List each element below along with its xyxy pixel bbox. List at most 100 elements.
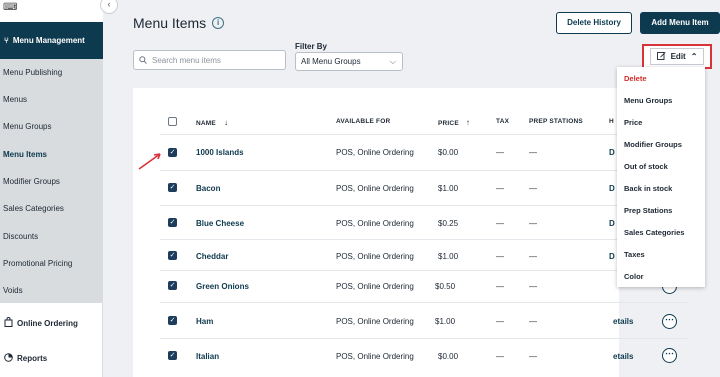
tax-cell: — bbox=[496, 282, 504, 291]
annotation-arrow-icon bbox=[138, 153, 161, 170]
column-header-price[interactable]: PRICE ↑ bbox=[438, 118, 470, 127]
menu-option-sales-categories[interactable]: Sales Categories bbox=[624, 228, 684, 237]
item-name-link[interactable]: Ham bbox=[196, 317, 213, 326]
pencil-icon bbox=[656, 51, 666, 62]
collapse-sidebar-button[interactable]: ‹ bbox=[100, 0, 118, 14]
menu-option-out-of-stock[interactable]: Out of stock bbox=[624, 162, 668, 171]
available-for-cell: POS, Online Ordering bbox=[336, 184, 414, 193]
price-cell: $0.00 bbox=[438, 148, 459, 157]
menu-option-taxes[interactable]: Taxes bbox=[624, 250, 645, 259]
item-name-link[interactable]: Italian bbox=[196, 352, 219, 361]
sidebar-item-online-ordering[interactable]: Online Ordering bbox=[0, 317, 78, 329]
chevron-up-icon: ⌃ bbox=[690, 52, 698, 61]
details-link[interactable]: D bbox=[609, 219, 615, 228]
menu-option-modifier-groups[interactable]: Modifier Groups bbox=[624, 140, 682, 149]
sidebar-item-discounts[interactable]: Discounts bbox=[3, 232, 38, 241]
prep-cell: — bbox=[529, 148, 537, 157]
details-link[interactable]: D bbox=[609, 252, 615, 261]
item-name-link[interactable]: Green Onions bbox=[196, 282, 249, 291]
row-more-actions-button[interactable]: ⋯ bbox=[662, 314, 677, 329]
menu-group-filter-select[interactable]: All Menu Groups ⌵ bbox=[295, 52, 403, 71]
menu-management-submenu: Menu Publishing Menus Menu Groups Menu I… bbox=[0, 59, 103, 303]
menu-option-menu-groups[interactable]: Menu Groups bbox=[624, 96, 672, 105]
sidebar-item-promotional-pricing[interactable]: Promotional Pricing bbox=[3, 259, 72, 268]
row-divider bbox=[160, 338, 688, 339]
details-link[interactable]: D bbox=[609, 148, 615, 157]
tax-cell: — bbox=[496, 252, 504, 261]
edit-button[interactable]: Edit ⌃ bbox=[649, 48, 705, 65]
column-header-available-for[interactable]: AVAILABLE FOR bbox=[336, 118, 390, 125]
item-name-link[interactable]: 1000 Islands bbox=[196, 148, 244, 157]
available-for-cell: POS, Online Ordering bbox=[336, 219, 414, 228]
item-name-link[interactable]: Cheddar bbox=[196, 252, 228, 261]
sidebar-item-menu-items[interactable]: Menu Items bbox=[3, 150, 47, 159]
price-cell: $0.50 bbox=[435, 282, 456, 291]
search-icon bbox=[139, 51, 147, 69]
menu-option-price[interactable]: Price bbox=[624, 118, 642, 127]
price-cell: $1.00 bbox=[438, 184, 459, 193]
online-ordering-label: Online Ordering bbox=[17, 318, 78, 328]
row-more-actions-button[interactable]: ⋯ bbox=[662, 348, 677, 363]
menu-option-color[interactable]: Color bbox=[624, 272, 644, 281]
row-checkbox[interactable]: ✓ bbox=[168, 251, 177, 260]
details-link[interactable]: D bbox=[609, 184, 615, 193]
column-price-label: PRICE bbox=[438, 120, 459, 127]
edit-dropdown-menu: Delete Menu Groups Price Modifier Groups… bbox=[617, 67, 705, 287]
search-input[interactable] bbox=[152, 55, 272, 65]
sidebar-item-voids[interactable]: Voids bbox=[3, 286, 23, 295]
sidebar-item-modifier-groups[interactable]: Modifier Groups bbox=[3, 177, 60, 186]
row-checkbox[interactable]: ✓ bbox=[168, 183, 177, 192]
details-link[interactable]: etails bbox=[613, 352, 633, 361]
reports-label: Reports bbox=[17, 354, 48, 363]
item-name-link[interactable]: Blue Cheese bbox=[196, 219, 244, 228]
edit-button-highlight: Edit ⌃ bbox=[642, 44, 712, 69]
sidebar-item-sales-categories[interactable]: Sales Categories bbox=[3, 204, 64, 213]
sidebar-item-menu-publishing[interactable]: Menu Publishing bbox=[3, 68, 62, 77]
row-divider bbox=[160, 205, 688, 206]
item-name-link[interactable]: Bacon bbox=[196, 184, 220, 193]
select-all-checkbox[interactable] bbox=[168, 117, 177, 126]
menu-management-header[interactable]: ⑂ Menu Management bbox=[0, 22, 103, 59]
row-checkbox[interactable]: ✓ bbox=[168, 148, 177, 157]
menu-option-prep-stations[interactable]: Prep Stations bbox=[624, 206, 672, 215]
tax-cell: — bbox=[496, 352, 504, 361]
available-for-cell: POS, Online Ordering bbox=[336, 148, 414, 157]
sort-down-arrow-icon: ↓ bbox=[223, 118, 229, 127]
row-divider bbox=[160, 134, 688, 135]
filter-select-value: All Menu Groups bbox=[301, 57, 361, 66]
filter-by-label: Filter By bbox=[295, 42, 328, 51]
page-title-text: Menu Items bbox=[133, 15, 207, 31]
prep-cell: — bbox=[529, 184, 537, 193]
menu-management-label: Menu Management bbox=[12, 36, 85, 45]
info-icon[interactable]: i bbox=[212, 17, 225, 29]
row-checkbox[interactable]: ✓ bbox=[168, 351, 177, 360]
add-menu-item-button[interactable]: Add Menu Item bbox=[640, 12, 720, 34]
sidebar-item-menus[interactable]: Menus bbox=[3, 95, 27, 104]
column-header-prep-stations[interactable]: PREP STATIONS bbox=[529, 118, 583, 125]
page-title: Menu Items i bbox=[133, 15, 225, 31]
column-header-name[interactable]: NAME ↓ bbox=[196, 118, 228, 127]
menu-option-delete[interactable]: Delete bbox=[624, 74, 647, 83]
column-header-tax[interactable]: TAX bbox=[496, 118, 509, 125]
row-checkbox[interactable]: ✓ bbox=[168, 281, 177, 290]
column-header-h[interactable]: H bbox=[609, 118, 614, 125]
available-for-cell: POS, Online Ordering bbox=[336, 252, 414, 261]
menu-option-back-in-stock[interactable]: Back in stock bbox=[624, 184, 672, 193]
delete-history-button[interactable]: Delete History bbox=[556, 12, 632, 34]
prep-cell: — bbox=[529, 219, 537, 228]
bag-icon bbox=[4, 317, 13, 329]
row-checkbox[interactable]: ✓ bbox=[168, 218, 177, 227]
row-divider bbox=[160, 270, 688, 271]
pie-chart-icon bbox=[4, 353, 13, 364]
row-checkbox[interactable]: ✓ bbox=[168, 316, 177, 325]
prep-cell: — bbox=[529, 352, 537, 361]
sidebar-item-menu-groups[interactable]: Menu Groups bbox=[3, 122, 51, 131]
sidebar-item-reports[interactable]: Reports bbox=[0, 353, 47, 364]
tax-cell: — bbox=[496, 148, 504, 157]
available-for-cell: POS, Online Ordering bbox=[336, 352, 414, 361]
row-divider bbox=[160, 170, 688, 171]
details-link[interactable]: etails bbox=[613, 317, 633, 326]
menu-items-table-card bbox=[133, 88, 619, 377]
search-box[interactable] bbox=[133, 50, 286, 70]
prep-cell: — bbox=[529, 282, 537, 291]
